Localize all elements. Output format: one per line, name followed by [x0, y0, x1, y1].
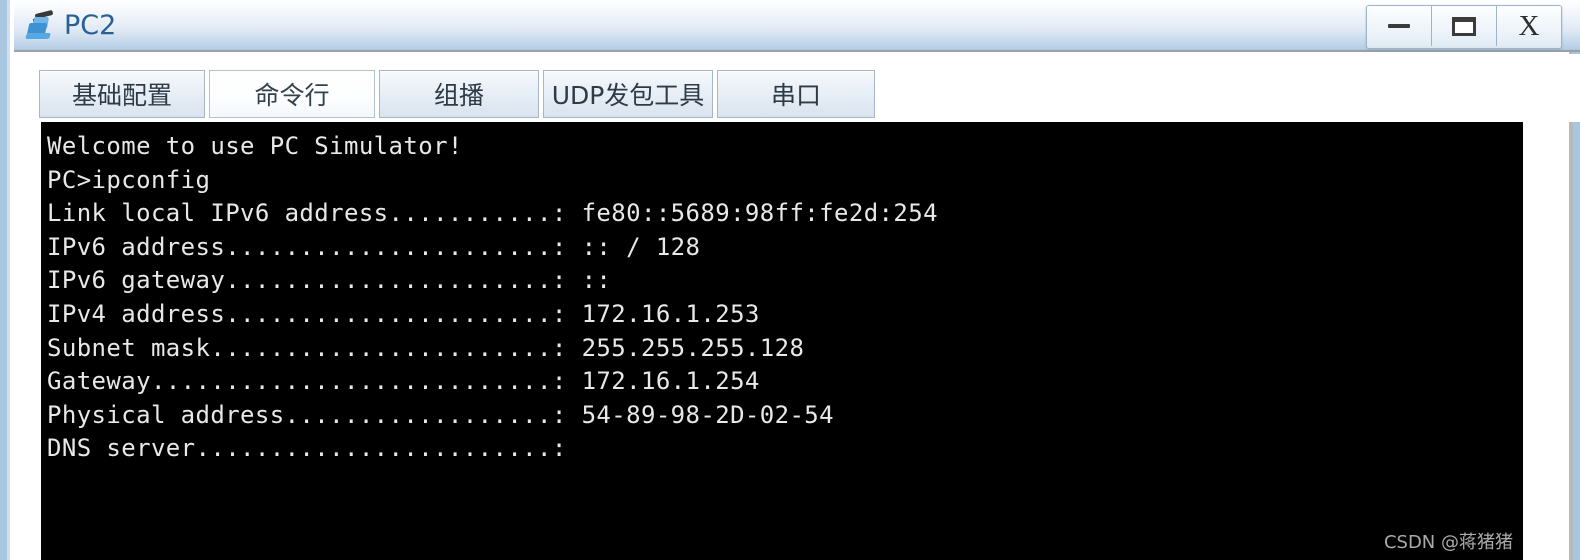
tab-multicast[interactable]: 组播 [379, 70, 539, 118]
terminal-line-gateway: Gateway...........................: 172.… [47, 367, 760, 396]
pc-device-icon [24, 9, 58, 43]
terminal-line-command: PC>ipconfig [47, 165, 211, 194]
terminal-line-ipv4-address: IPv4 address......................: 172.… [47, 299, 760, 328]
terminal-line-link-local-ipv6: Link local IPv6 address...........: fe80… [47, 199, 938, 228]
terminal-line-dns-server: DNS server........................: [47, 434, 567, 463]
terminal-output: Welcome to use PC Simulator! PC>ipconfig… [41, 122, 1523, 466]
tab-serial-port[interactable]: 串口 [717, 70, 875, 118]
tab-list: 基础配置 命令行 组播 UDP发包工具 串口 [39, 68, 879, 118]
tab-strip: 基础配置 命令行 组播 UDP发包工具 串口 [14, 54, 1580, 122]
window-title: PC2 [64, 10, 117, 41]
command-line-terminal[interactable]: Welcome to use PC Simulator! PC>ipconfig… [41, 122, 1523, 560]
tab-udp-packet-tool[interactable]: UDP发包工具 [543, 70, 713, 118]
terminal-line-physical-address: Physical address..................: 54-8… [47, 400, 835, 429]
tab-command-line[interactable]: 命令行 [209, 70, 375, 118]
minimize-button[interactable] [1367, 6, 1432, 46]
window-controls: X [1366, 5, 1562, 49]
maximize-icon [1452, 16, 1476, 36]
pc2-window: PC2 X 基础配置 命令行 组播 UDP发包工具 串口 Welcome to … [0, 0, 1580, 560]
terminal-line-ipv6-address: IPv6 address......................: :: /… [47, 232, 701, 261]
terminal-line-subnet-mask: Subnet mask.......................: 255.… [47, 333, 805, 362]
close-button[interactable]: X [1497, 6, 1561, 46]
terminal-line-ipv6-gateway: IPv6 gateway......................: :: [47, 266, 612, 295]
csdn-watermark: CSDN @蒋猪猪 [1383, 532, 1513, 553]
maximize-button[interactable] [1432, 6, 1497, 46]
close-icon: X [1518, 10, 1540, 42]
window-left-border [7, 0, 10, 560]
tab-basic-config[interactable]: 基础配置 [39, 70, 205, 118]
minimize-icon [1388, 24, 1410, 28]
window-titlebar[interactable]: PC2 X [14, 0, 1580, 52]
titlebar-left-group: PC2 [24, 4, 116, 48]
terminal-line: Welcome to use PC Simulator! [47, 132, 463, 160]
